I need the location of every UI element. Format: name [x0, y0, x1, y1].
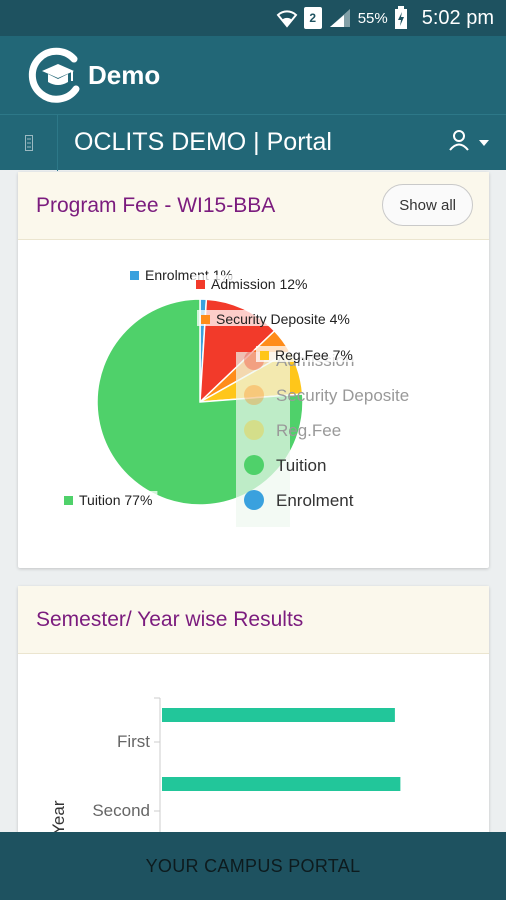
slice-label-swatch	[64, 496, 73, 505]
slice-label-swatch	[130, 271, 139, 280]
user-icon	[448, 129, 470, 156]
portal-bar: OCLITS DEMO | Portal	[0, 114, 506, 171]
wifi-icon	[276, 8, 298, 28]
footer: YOUR CAMPUS PORTAL	[0, 832, 506, 900]
graduation-cap-logo	[26, 45, 86, 105]
slice-label: Tuition 77%	[79, 492, 152, 508]
y-tick-label: First	[117, 732, 150, 751]
legend-marker	[244, 420, 264, 440]
legend-item: Reg.Fee	[276, 421, 341, 440]
slice-label: Security Deposite 4%	[216, 311, 350, 327]
program-fee-title: Program Fee - WI15-BBA	[36, 193, 276, 217]
clock: 5:02 pm	[421, 6, 494, 29]
app-bar: Demo	[0, 36, 506, 114]
legend-marker	[244, 385, 264, 405]
bar-first	[162, 708, 395, 722]
slice-label-swatch	[260, 351, 269, 360]
slice-label: Admission 12%	[211, 276, 308, 292]
show-all-button[interactable]: Show all	[382, 184, 473, 226]
menu-handle-icon[interactable]	[0, 114, 58, 171]
results-bar-chart: FirstSecond/ Year	[49, 697, 401, 846]
slice-label-swatch	[196, 280, 205, 289]
footer-text: YOUR CAMPUS PORTAL	[145, 855, 361, 876]
y-tick-label: Second	[92, 801, 150, 820]
battery-percent: 55%	[357, 9, 388, 27]
portal-title: OCLITS DEMO | Portal	[74, 128, 332, 156]
legend-item: Security Deposite	[276, 386, 409, 405]
sim-slot-badge: 2	[303, 7, 322, 29]
program-fee-card: Program Fee - WI15-BBA Show all Admissio…	[18, 172, 489, 568]
user-menu-button[interactable]	[448, 129, 490, 156]
program-fee-header: Program Fee - WI15-BBA Show all	[18, 172, 489, 240]
bar-second	[162, 777, 401, 791]
fee-pie-chart: AdmissionSecurity DepositeReg.FeeTuition…	[60, 266, 409, 527]
slice-label-swatch	[201, 315, 210, 324]
results-card: Semester/ Year wise Results First Second /…	[18, 586, 489, 846]
legend-item: Enrolment	[276, 491, 354, 510]
results-header: Semester/ Year wise Results	[18, 586, 489, 654]
app-title: Demo	[88, 59, 161, 90]
results-title: Semester/ Year wise Results	[36, 607, 304, 631]
slice-label: Reg.Fee 7%	[275, 347, 353, 363]
signal-icon	[328, 7, 352, 29]
legend-marker	[244, 455, 264, 475]
battery-charging-icon	[394, 6, 408, 30]
legend-item: Tuition	[276, 456, 326, 475]
legend-marker	[244, 490, 264, 510]
chevron-down-icon	[478, 134, 490, 152]
status-bar: 2 55% 5:02 pm	[0, 0, 506, 36]
